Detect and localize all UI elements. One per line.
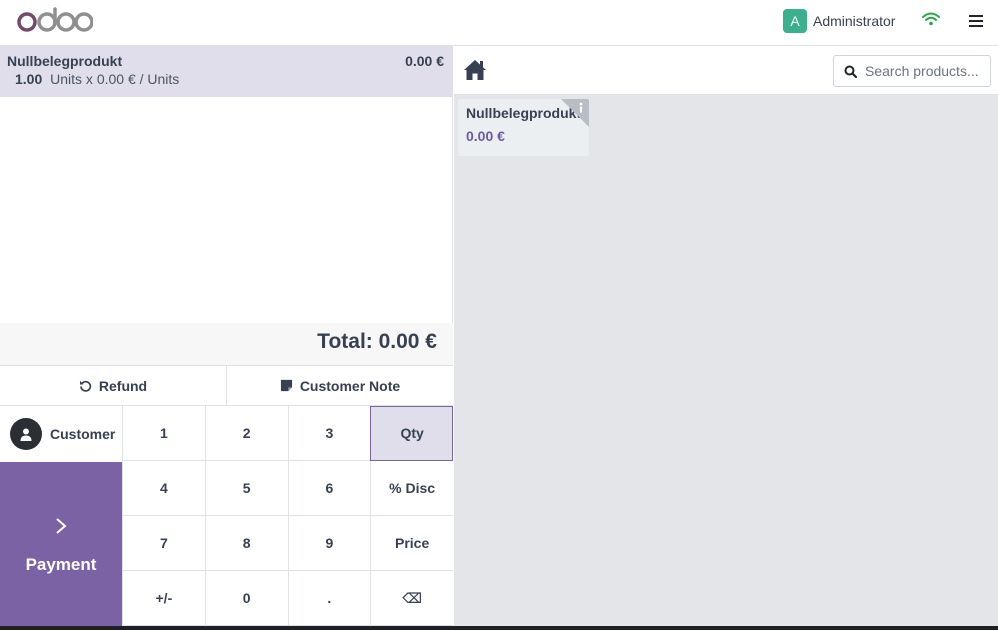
- refund-icon: [79, 380, 91, 392]
- wifi-icon[interactable]: [922, 12, 940, 26]
- numpad-key-5[interactable]: 5: [204, 461, 288, 516]
- product-header: [454, 46, 998, 95]
- refund-label: Refund: [98, 377, 148, 394]
- numpad-mode-qty[interactable]: Qty: [370, 406, 453, 461]
- numpad-key-1[interactable]: 1: [122, 406, 205, 461]
- chevron-right-icon: [56, 518, 67, 534]
- refund-button[interactable]: Refund: [0, 366, 226, 405]
- user-avatar: A: [783, 9, 807, 33]
- payment-label: Payment: [25, 555, 97, 574]
- numpad-key-2[interactable]: 2: [204, 406, 288, 461]
- order-line-product: Nullbelegprodukt: [7, 53, 123, 69]
- numpad-key-4[interactable]: 4: [122, 461, 205, 516]
- odoo-logo: [17, 7, 93, 32]
- numpad-key-0[interactable]: 0: [204, 571, 288, 626]
- order-line-info: 1.00 Units x 0.00 € / Units: [15, 71, 179, 87]
- product-price: 0.00 €: [466, 128, 505, 144]
- order-total: Total: 0.00 €: [317, 330, 437, 353]
- numpad-mode-price[interactable]: Price: [370, 516, 453, 571]
- numpad-key-8[interactable]: 8: [204, 516, 288, 571]
- numpad-mode-discount[interactable]: % Disc: [370, 461, 453, 516]
- order-line-price: 0.00 €: [405, 53, 444, 69]
- customer-note-label: Customer Note: [299, 377, 401, 394]
- order-line-unit-detail: Units x 0.00 € / Units: [50, 71, 180, 87]
- info-icon[interactable]: [561, 99, 589, 127]
- numpad-key-3[interactable]: 3: [287, 406, 371, 461]
- product-panel: Nullbelegprodukt 0.00 €: [454, 46, 998, 626]
- search-input[interactable]: [865, 63, 985, 79]
- numpad-key-decimal[interactable]: .: [287, 571, 371, 626]
- user-icon: [20, 428, 32, 441]
- numpad-key-plus-minus[interactable]: +/-: [122, 571, 205, 626]
- top-bar: A Administrator: [0, 0, 998, 46]
- order-line[interactable]: Nullbelegprodukt 0.00 € 1.00 Units x 0.0…: [0, 46, 453, 97]
- payment-button[interactable]: Payment: [0, 462, 122, 626]
- user-menu[interactable]: A Administrator: [783, 9, 895, 33]
- customer-label: Customer: [50, 426, 116, 442]
- home-icon[interactable]: [463, 59, 487, 81]
- customer-note-button[interactable]: Customer Note: [226, 366, 453, 405]
- product-card[interactable]: Nullbelegprodukt 0.00 €: [458, 99, 589, 156]
- bottom-strip: [0, 626, 998, 630]
- note-icon: [280, 379, 292, 392]
- customer-avatar: [10, 418, 42, 450]
- order-panel: Nullbelegprodukt 0.00 € 1.00 Units x 0.0…: [0, 46, 453, 626]
- user-name: Administrator: [813, 13, 896, 29]
- search-icon: [844, 65, 857, 78]
- numpad-key-9[interactable]: 9: [287, 516, 371, 571]
- numpad-key-6[interactable]: 6: [287, 461, 371, 516]
- numpad-key-backspace[interactable]: ⌫: [370, 571, 453, 626]
- order-summary: Total: 0.00 €: [0, 323, 453, 365]
- menu-icon[interactable]: [969, 15, 983, 27]
- control-buttons: Refund Customer Note: [0, 365, 453, 406]
- order-line-qty: 1.00: [15, 71, 43, 87]
- customer-button[interactable]: Customer: [0, 406, 122, 462]
- numpad: 1 2 3 Qty 4 5 6 % Disc 7 8 9 Price +/- 0…: [122, 406, 453, 626]
- product-search: [833, 55, 991, 87]
- numpad-key-7[interactable]: 7: [122, 516, 205, 571]
